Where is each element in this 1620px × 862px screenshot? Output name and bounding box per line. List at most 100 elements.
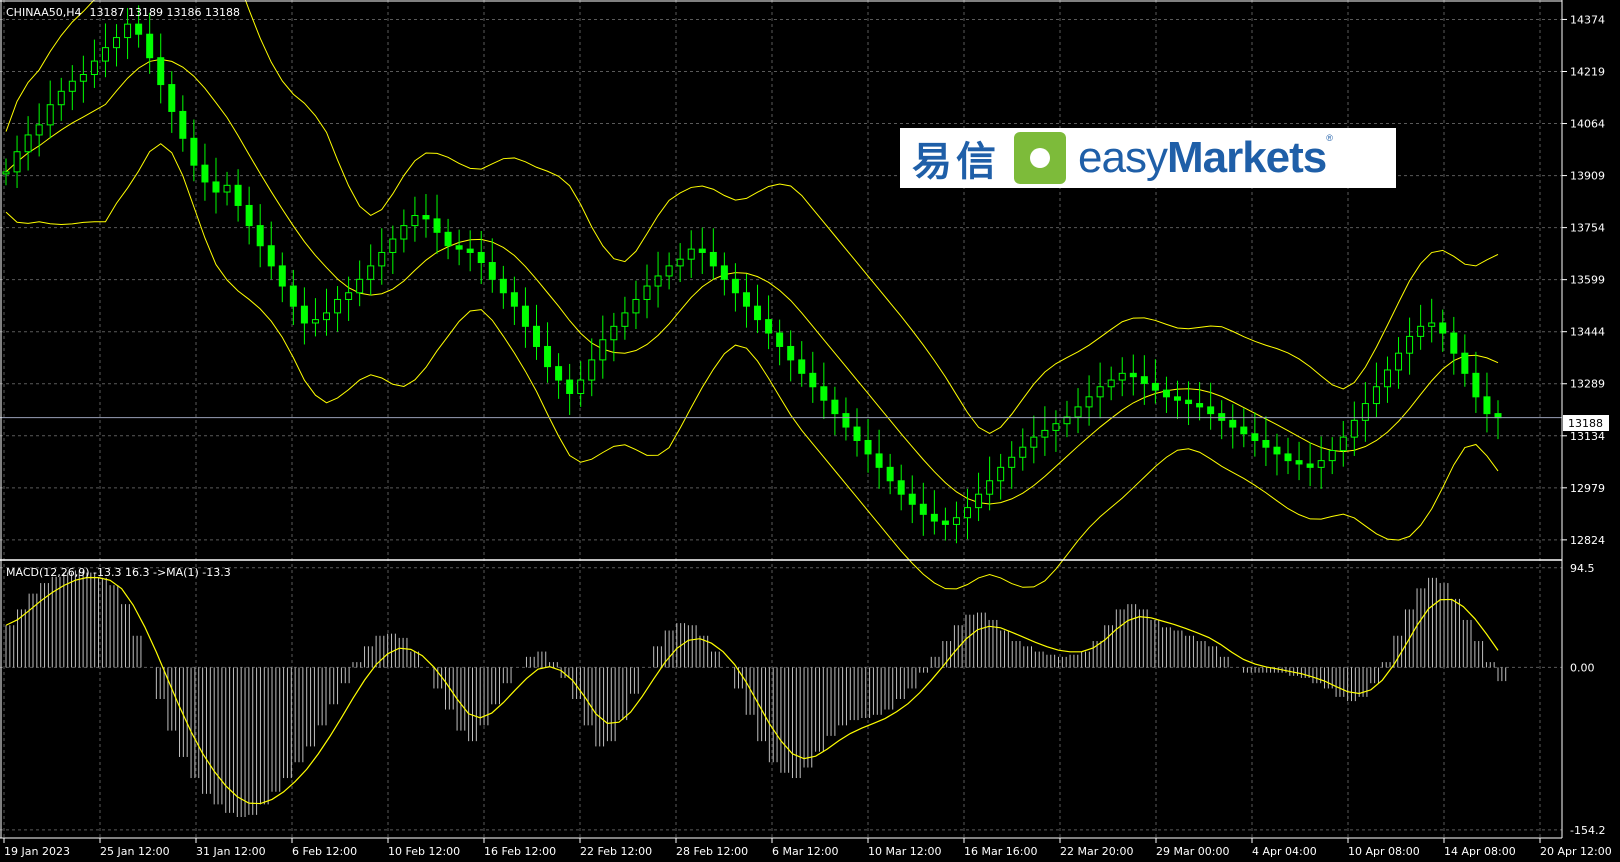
price-tick-label: 13909 — [1570, 170, 1605, 183]
candle-body — [179, 110, 187, 139]
candle-body — [1417, 325, 1425, 337]
candle-body — [1008, 456, 1016, 468]
macd-tick-label: -154.2 — [1570, 824, 1605, 837]
candle-body — [897, 480, 905, 495]
svg-text:13188: 13188 — [1568, 417, 1603, 430]
candle-body — [676, 258, 684, 267]
candle-body — [234, 184, 242, 206]
candle-body — [300, 305, 308, 324]
candle-body — [1383, 369, 1391, 388]
candle-body — [610, 325, 618, 341]
candle-body — [389, 238, 397, 253]
candle-body — [444, 231, 452, 247]
candle-body — [1096, 386, 1104, 398]
candle-body — [289, 285, 297, 307]
macd-header: MACD(12,26,9) -13.3 16.3 ->MA(1) -13.3 — [6, 566, 231, 579]
candle-body — [101, 47, 109, 62]
candle-body — [124, 23, 132, 39]
candle-body — [1052, 423, 1060, 431]
price-tick-label: 13134 — [1570, 430, 1605, 443]
candle-body — [566, 379, 574, 394]
candle-body — [1129, 372, 1137, 378]
time-tick-label: 16 Mar 16:00 — [964, 845, 1037, 858]
candle-body — [820, 386, 828, 401]
candle-body — [510, 292, 518, 307]
candle-body — [687, 248, 695, 260]
time-tick-label: 19 Jan 2023 — [4, 845, 70, 858]
candle-body — [267, 245, 275, 267]
candle-body — [964, 507, 972, 519]
price-tick-label: 13754 — [1570, 222, 1605, 235]
candle-body — [1218, 413, 1226, 421]
candle-body — [588, 359, 596, 381]
candle-body — [875, 453, 883, 468]
candle-body — [1439, 322, 1447, 334]
candle-body — [168, 84, 176, 112]
candle-body — [57, 90, 65, 106]
candle-body — [90, 60, 98, 76]
candle-body — [68, 80, 76, 92]
candle-body — [201, 164, 209, 183]
candle-body — [521, 305, 529, 327]
time-tick-label: 22 Mar 20:00 — [1060, 845, 1133, 858]
candle-body — [1395, 352, 1403, 371]
price-tick-label: 14064 — [1570, 118, 1605, 131]
candle-body — [79, 74, 87, 82]
candle-body — [1107, 379, 1115, 388]
candle-body — [621, 312, 629, 327]
candle-body — [919, 503, 927, 515]
time-tick-label: 29 Mar 00:00 — [1156, 845, 1229, 858]
candle-body — [798, 359, 806, 374]
candle-body — [997, 466, 1005, 482]
time-tick-label: 6 Feb 12:00 — [292, 845, 357, 858]
candle-body — [1328, 450, 1336, 462]
candle-body — [311, 319, 319, 324]
candle-body — [731, 278, 739, 294]
candle-body — [555, 366, 563, 381]
candle-body — [1428, 322, 1436, 327]
current-price-tag: 13188 — [1563, 415, 1609, 431]
candle-body — [1262, 439, 1270, 448]
candle-body — [853, 426, 861, 441]
candle-body — [577, 379, 585, 394]
candle-body — [754, 305, 762, 321]
candle-body — [720, 265, 728, 280]
symbol-header: CHINAA50,H4 13187 13189 13186 13188 — [6, 6, 240, 19]
candle-body — [1306, 463, 1314, 468]
candle-body — [632, 298, 640, 314]
macd-tick-label: 94.5 — [1570, 562, 1595, 575]
time-tick-label: 10 Apr 08:00 — [1348, 845, 1420, 858]
candle-body — [488, 262, 496, 280]
time-tick-label: 22 Feb 12:00 — [580, 845, 652, 858]
candle-body — [278, 265, 286, 287]
candle-body — [455, 245, 463, 250]
candle-body — [477, 251, 485, 264]
candle-body — [654, 275, 662, 287]
logo-mark-icon — [1014, 132, 1066, 184]
candle-body — [1317, 460, 1325, 468]
candle-body — [809, 372, 817, 388]
candle-body — [765, 319, 773, 334]
price-tick-label: 12979 — [1570, 482, 1605, 495]
logo-chinese-text: 易信 — [912, 139, 1000, 185]
time-tick-label: 6 Mar 12:00 — [772, 845, 838, 858]
candle-body — [422, 215, 430, 220]
time-tick-label: 20 Apr 12:00 — [1540, 845, 1612, 858]
time-tick-label: 25 Jan 12:00 — [100, 845, 170, 858]
candle-body — [643, 285, 651, 300]
candle-body — [986, 480, 994, 495]
time-tick-label: 10 Mar 12:00 — [868, 845, 941, 858]
candle-body — [411, 215, 419, 227]
candle-body — [1030, 436, 1038, 448]
candle-body — [35, 124, 43, 136]
candle-body — [1173, 396, 1181, 401]
candle-body — [400, 225, 408, 240]
time-tick-label: 14 Apr 08:00 — [1444, 845, 1516, 858]
candle-body — [709, 251, 717, 267]
candle-body — [1472, 372, 1480, 398]
candle-body — [113, 37, 121, 49]
candle-body — [1284, 453, 1292, 462]
candle-body — [1450, 332, 1458, 354]
candle-body — [345, 292, 353, 300]
candle-body — [1074, 406, 1082, 418]
